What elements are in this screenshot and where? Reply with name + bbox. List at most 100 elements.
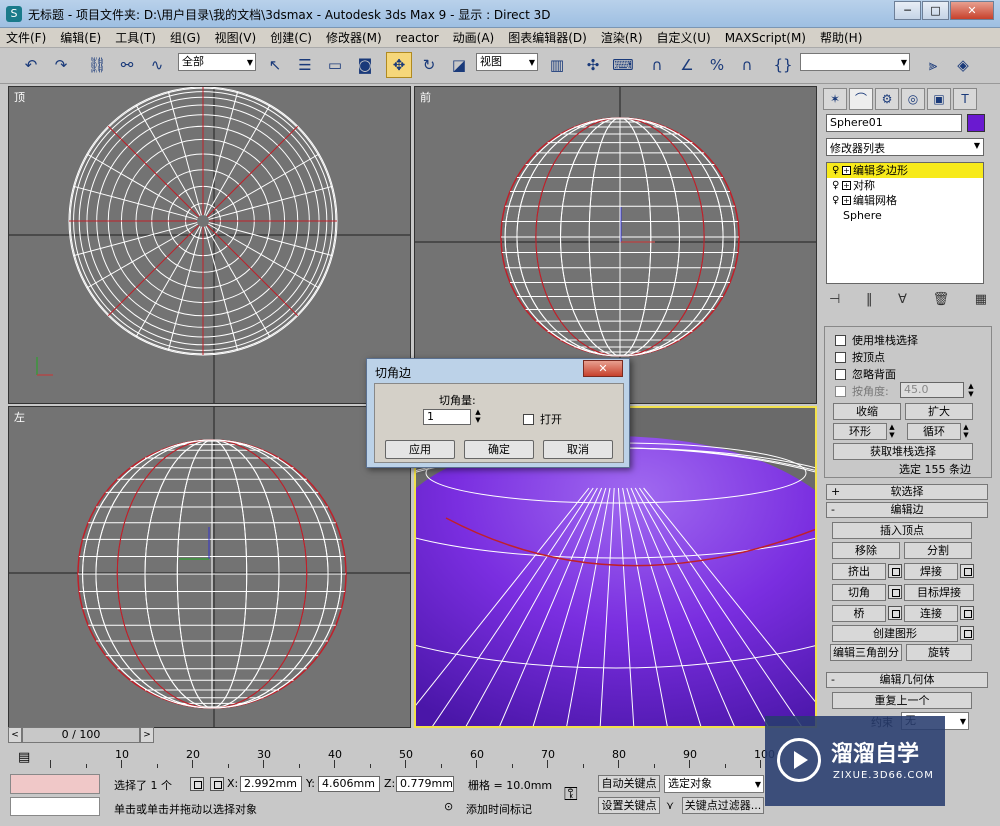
insert-vertex-button[interactable]: 插入顶点: [832, 522, 972, 539]
repeat-last-button[interactable]: 重复上一个: [832, 692, 972, 709]
extrude-button[interactable]: 挤出: [832, 563, 886, 580]
key-mode-icon[interactable]: ⋎: [666, 799, 674, 812]
maxscript-input[interactable]: [10, 797, 100, 816]
menu-customize[interactable]: 自定义(U): [657, 29, 711, 46]
curve-editor-icon[interactable]: ▤: [18, 750, 30, 765]
z-coord-field[interactable]: 0.779mm: [396, 776, 454, 792]
make-unique-icon[interactable]: ∀: [898, 292, 907, 307]
create-shape-settings-icon[interactable]: [960, 626, 974, 640]
remove-modifier-icon[interactable]: 🗑: [933, 292, 950, 307]
bulb-icon[interactable]: ♀: [832, 163, 839, 178]
keyboard-shortcut-icon[interactable]: ⌨: [610, 52, 636, 78]
edit-edges-rollout[interactable]: - 编辑边: [826, 502, 988, 518]
configure-sets-icon[interactable]: ▦: [975, 292, 987, 307]
apply-button[interactable]: 应用: [385, 440, 455, 459]
menu-views[interactable]: 视图(V): [215, 29, 257, 46]
select-object-icon[interactable]: ↖: [262, 52, 288, 78]
shrink-button[interactable]: 收缩: [833, 403, 901, 420]
undo-icon[interactable]: ↶: [18, 52, 44, 78]
close-button[interactable]: ✕: [950, 1, 994, 20]
viewport-front[interactable]: 前: [414, 86, 817, 404]
next-frame-icon[interactable]: >: [140, 727, 154, 743]
viewport-left[interactable]: 左: [8, 406, 411, 728]
angle-snap-icon[interactable]: ∠: [674, 52, 700, 78]
create-icon[interactable]: ✶: [823, 88, 847, 110]
unlink-icon[interactable]: ⚯: [114, 52, 140, 78]
bulb-icon[interactable]: ♀: [832, 193, 839, 208]
bulb-icon[interactable]: ♀: [832, 178, 839, 193]
modifier-list-dropdown[interactable]: 修改器列表: [826, 138, 984, 156]
add-time-tag[interactable]: 添加时间标记: [466, 801, 532, 817]
minimize-button[interactable]: ─: [894, 1, 921, 20]
maximize-button[interactable]: □: [922, 1, 949, 20]
split-button[interactable]: 分割: [904, 542, 972, 559]
stack-item-sphere[interactable]: Sphere: [827, 208, 983, 223]
pin-stack-icon[interactable]: ⊣: [829, 292, 840, 307]
by-angle-checkbox[interactable]: 按角度:: [835, 383, 889, 399]
hierarchy-icon[interactable]: ⚙: [875, 88, 899, 110]
show-end-result-icon[interactable]: ‖: [866, 292, 873, 307]
snap-3d-icon[interactable]: ∩: [644, 52, 670, 78]
menu-graph-editors[interactable]: 图表编辑器(D): [508, 29, 587, 46]
connect-settings-icon[interactable]: [960, 606, 974, 620]
chamfer-amount-spinner[interactable]: ▲ ▼: [473, 408, 483, 425]
time-slider[interactable]: 0 / 100: [22, 727, 140, 743]
window-crossing-icon[interactable]: ◙: [352, 52, 378, 78]
stack-item-edit-mesh[interactable]: ♀ + 编辑网格: [827, 193, 983, 208]
named-selection-dropdown[interactable]: [800, 53, 910, 71]
select-scale-icon[interactable]: ◪: [446, 52, 472, 78]
edit-named-sel-icon[interactable]: {}: [770, 52, 796, 78]
menu-file[interactable]: 文件(F): [6, 29, 46, 46]
ok-button[interactable]: 确定: [464, 440, 534, 459]
viewport-label-front[interactable]: 前: [420, 89, 431, 105]
bridge-settings-icon[interactable]: [888, 606, 902, 620]
maxscript-listener[interactable]: [10, 774, 100, 794]
align-icon[interactable]: ◈: [950, 52, 976, 78]
remove-button[interactable]: 移除: [832, 542, 900, 559]
stack-item-symmetry[interactable]: ♀ + 对称: [827, 178, 983, 193]
select-rotate-icon[interactable]: ↻: [416, 52, 442, 78]
chamfer-amount-input[interactable]: 1: [423, 409, 471, 425]
auto-key-button[interactable]: 自动关键点: [598, 775, 660, 792]
weld-button[interactable]: 焊接: [904, 563, 958, 580]
select-move-icon[interactable]: ✥: [386, 52, 412, 78]
extrude-settings-icon[interactable]: [888, 564, 902, 578]
grow-button[interactable]: 扩大: [905, 403, 973, 420]
menu-create[interactable]: 创建(C): [270, 29, 312, 46]
display-icon[interactable]: ▣: [927, 88, 951, 110]
motion-icon[interactable]: ◎: [901, 88, 925, 110]
ring-button[interactable]: 环形: [833, 423, 887, 440]
select-by-name-icon[interactable]: ☰: [292, 52, 318, 78]
angle-input[interactable]: 45.0: [900, 382, 964, 398]
3ds-max-icon[interactable]: S: [6, 6, 22, 22]
stack-item-edit-poly[interactable]: ♀ + 编辑多边形: [827, 163, 983, 178]
utilities-icon[interactable]: T: [953, 88, 977, 110]
select-manipulate-icon[interactable]: ✣: [580, 52, 606, 78]
spinner-snap-icon[interactable]: ∩: [734, 52, 760, 78]
lock-selection-icon[interactable]: [190, 777, 204, 791]
bind-spacewarp-icon[interactable]: ∿: [144, 52, 170, 78]
menu-tools[interactable]: 工具(T): [115, 29, 156, 46]
create-shape-button[interactable]: 创建图形: [832, 625, 958, 642]
modify-icon[interactable]: ⌒: [849, 88, 873, 110]
key-selection-dropdown[interactable]: 选定对象: [664, 775, 764, 793]
expand-icon[interactable]: +: [842, 196, 851, 205]
time-tag-icon[interactable]: ⊙: [444, 800, 453, 813]
use-stack-selection-checkbox[interactable]: 使用堆栈选择: [835, 332, 918, 348]
set-key-button[interactable]: 设置关键点: [598, 797, 660, 814]
soft-selection-rollout[interactable]: + 软选择: [826, 484, 988, 500]
x-coord-field[interactable]: 2.992mm: [240, 776, 302, 792]
open-checkbox[interactable]: 打开: [523, 411, 562, 427]
menu-modifiers[interactable]: 修改器(M): [326, 29, 382, 46]
y-coord-field[interactable]: 4.606mm: [318, 776, 380, 792]
ring-spinner[interactable]: ▲ ▼: [887, 423, 897, 440]
viewport-label-left[interactable]: 左: [14, 409, 25, 425]
target-weld-button[interactable]: 目标焊接: [904, 584, 974, 601]
percent-snap-icon[interactable]: %: [704, 52, 730, 78]
prev-frame-icon[interactable]: <: [8, 727, 22, 743]
key-filters-button[interactable]: 关键点过滤器...: [682, 797, 764, 814]
expand-icon[interactable]: +: [842, 181, 851, 190]
object-name-field[interactable]: Sphere01: [826, 114, 962, 132]
track-bar[interactable]: 102030405060708090100: [50, 748, 775, 770]
menu-maxscript[interactable]: MAXScript(M): [725, 31, 806, 45]
